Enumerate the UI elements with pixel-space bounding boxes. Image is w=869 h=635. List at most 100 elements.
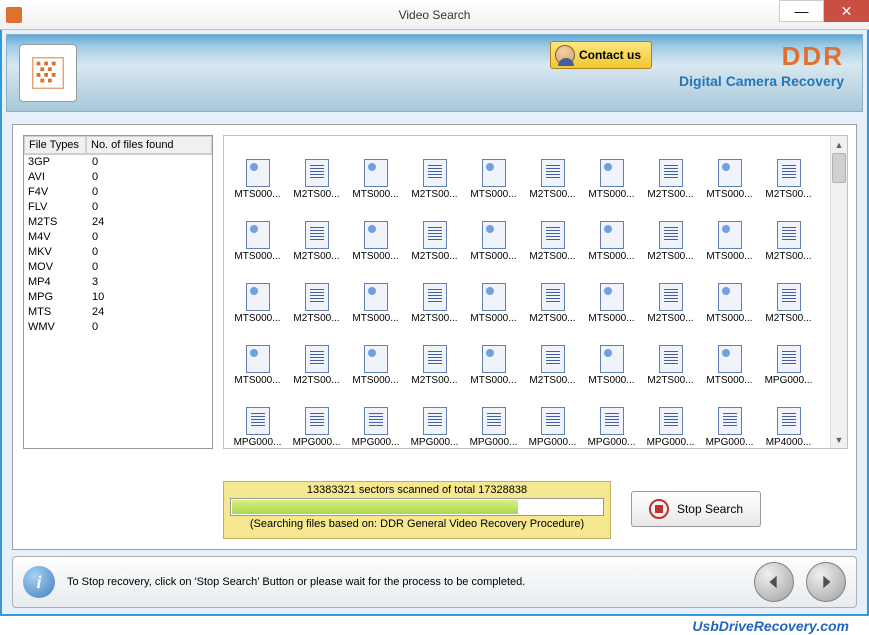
file-label: MTS000...: [230, 375, 286, 386]
file-item[interactable]: MTS000...: [346, 140, 405, 200]
file-label: MTS000...: [230, 313, 286, 324]
file-label: MPG000...: [230, 437, 286, 448]
files-grid[interactable]: MTS000...M2TS00...MTS000...M2TS00...MTS0…: [224, 136, 830, 448]
file-icon: [718, 221, 742, 249]
file-label: MTS000...: [584, 251, 640, 262]
file-item[interactable]: M2TS00...: [287, 140, 346, 200]
file-item[interactable]: MTS000...: [464, 264, 523, 324]
watermark: UsbDriveRecovery.com: [692, 617, 849, 635]
file-item[interactable]: MTS000...: [582, 326, 641, 386]
table-row[interactable]: MPG10: [24, 290, 212, 305]
col-file-types[interactable]: File Types: [24, 136, 86, 154]
file-icon: [305, 407, 329, 435]
file-item[interactable]: MPG000...: [759, 326, 818, 386]
file-item[interactable]: MPG000...: [582, 388, 641, 448]
table-row[interactable]: WMV0: [24, 320, 212, 335]
file-item[interactable]: MPG000...: [405, 388, 464, 448]
minimize-button[interactable]: —: [779, 0, 824, 22]
table-row[interactable]: MP43: [24, 275, 212, 290]
file-label: MPG000...: [761, 375, 817, 386]
table-row[interactable]: AVI0: [24, 170, 212, 185]
scroll-up-icon[interactable]: ▲: [831, 136, 847, 153]
file-item[interactable]: MPG000...: [287, 388, 346, 448]
file-label: MPG000...: [702, 437, 758, 448]
file-item[interactable]: M2TS00...: [641, 264, 700, 324]
file-item[interactable]: M2TS00...: [641, 140, 700, 200]
file-item[interactable]: MPG000...: [700, 388, 759, 448]
file-item[interactable]: M2TS00...: [641, 326, 700, 386]
file-item[interactable]: MPG000...: [641, 388, 700, 448]
file-item[interactable]: M2TS00...: [759, 202, 818, 262]
file-item[interactable]: M2TS00...: [405, 202, 464, 262]
file-item[interactable]: M2TS00...: [405, 326, 464, 386]
file-types-panel: File Types No. of files found 3GP0AVI0F4…: [23, 135, 213, 449]
file-item[interactable]: MTS000...: [700, 140, 759, 200]
file-item[interactable]: MTS000...: [582, 264, 641, 324]
scroll-down-icon[interactable]: ▼: [831, 431, 847, 448]
table-row[interactable]: MOV0: [24, 260, 212, 275]
file-label: M2TS00...: [761, 189, 817, 200]
file-item[interactable]: MTS000...: [346, 202, 405, 262]
file-item[interactable]: M2TS00...: [523, 326, 582, 386]
table-row[interactable]: M2TS24: [24, 215, 212, 230]
file-icon: [482, 159, 506, 187]
file-item[interactable]: M2TS00...: [405, 140, 464, 200]
file-item[interactable]: M2TS00...: [287, 326, 346, 386]
file-icon: [305, 345, 329, 373]
file-item[interactable]: MTS000...: [228, 264, 287, 324]
table-row[interactable]: 3GP0: [24, 155, 212, 170]
file-item[interactable]: MTS000...: [700, 202, 759, 262]
file-item[interactable]: MTS000...: [228, 140, 287, 200]
file-item[interactable]: M2TS00...: [523, 140, 582, 200]
file-item[interactable]: M2TS00...: [759, 264, 818, 324]
file-item[interactable]: MTS000...: [228, 326, 287, 386]
file-label: M2TS00...: [407, 375, 463, 386]
files-scrollbar[interactable]: ▲ ▼: [830, 136, 847, 448]
file-item[interactable]: MTS000...: [464, 202, 523, 262]
file-item[interactable]: MTS000...: [228, 202, 287, 262]
file-item[interactable]: MP4000...: [759, 388, 818, 448]
file-item[interactable]: MTS000...: [700, 264, 759, 324]
file-item[interactable]: MTS000...: [582, 202, 641, 262]
file-icon: [659, 283, 683, 311]
file-icon: [659, 221, 683, 249]
file-item[interactable]: MPG000...: [228, 388, 287, 448]
table-row[interactable]: MKV0: [24, 245, 212, 260]
file-item[interactable]: MTS000...: [346, 326, 405, 386]
file-item[interactable]: MTS000...: [346, 264, 405, 324]
app-header: Contact us DDR Digital Camera Recovery: [6, 34, 863, 112]
table-row[interactable]: MTS24: [24, 305, 212, 320]
file-types-body: 3GP0AVI0F4V0FLV0M2TS24M4V0MKV0MOV0MP43MP…: [24, 155, 212, 335]
file-item[interactable]: M2TS00...: [287, 202, 346, 262]
table-row[interactable]: F4V0: [24, 185, 212, 200]
nav-back-button[interactable]: [754, 562, 794, 602]
file-item[interactable]: MPG000...: [464, 388, 523, 448]
col-files-found[interactable]: No. of files found: [86, 136, 212, 154]
file-item[interactable]: M2TS00...: [405, 264, 464, 324]
scroll-thumb[interactable]: [832, 153, 846, 183]
file-item[interactable]: MTS000...: [464, 326, 523, 386]
file-icon: [718, 407, 742, 435]
stop-search-button[interactable]: Stop Search: [631, 491, 761, 527]
file-item[interactable]: MPG000...: [346, 388, 405, 448]
file-label: MTS000...: [230, 189, 286, 200]
brand-logo: DDR: [679, 43, 844, 69]
contact-us-button[interactable]: Contact us: [550, 41, 652, 69]
file-label: MTS000...: [466, 251, 522, 262]
file-item[interactable]: MTS000...: [700, 326, 759, 386]
file-item[interactable]: M2TS00...: [641, 202, 700, 262]
file-item[interactable]: M2TS00...: [287, 264, 346, 324]
table-row[interactable]: FLV0: [24, 200, 212, 215]
file-item[interactable]: MPG000...: [523, 388, 582, 448]
file-item[interactable]: MTS000...: [582, 140, 641, 200]
file-icon: [600, 159, 624, 187]
file-item[interactable]: M2TS00...: [523, 202, 582, 262]
file-item[interactable]: M2TS00...: [523, 264, 582, 324]
file-item[interactable]: MTS000...: [464, 140, 523, 200]
window-title: Video Search: [399, 8, 471, 22]
table-row[interactable]: M4V0: [24, 230, 212, 245]
file-item[interactable]: M2TS00...: [759, 140, 818, 200]
nav-next-button[interactable]: [806, 562, 846, 602]
close-button[interactable]: ✕: [824, 0, 869, 22]
stop-icon: [649, 499, 669, 519]
